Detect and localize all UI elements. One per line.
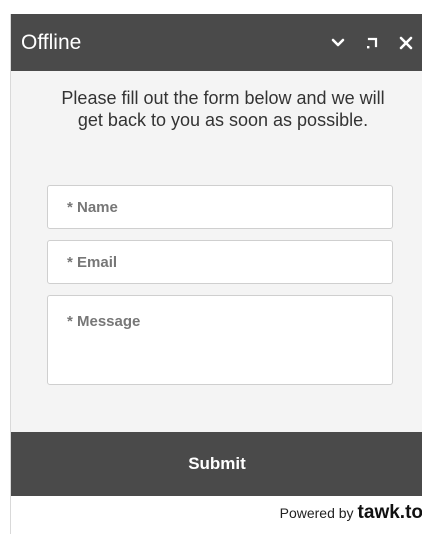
chevron-down-icon[interactable]	[327, 32, 349, 54]
form-body: Please fill out the form below and we wi…	[11, 71, 422, 432]
widget-footer: Powered by tawk.to	[11, 496, 422, 534]
chat-widget: Offline Please fill out the form below a…	[10, 14, 422, 534]
message-field[interactable]	[47, 295, 393, 385]
header-controls	[315, 32, 417, 54]
powered-by-label: Powered by	[279, 505, 354, 521]
popout-icon[interactable]	[361, 32, 383, 54]
submit-button[interactable]: Submit	[11, 432, 422, 496]
email-field[interactable]	[47, 240, 393, 284]
brand-logo[interactable]: tawk.to	[358, 502, 422, 524]
close-icon[interactable]	[395, 32, 417, 54]
powered-by[interactable]: Powered by tawk.to	[280, 502, 422, 524]
name-field[interactable]	[47, 185, 393, 229]
widget-title: Offline	[21, 31, 82, 54]
widget-header: Offline	[11, 14, 422, 71]
form-intro-text: Please fill out the form below and we wi…	[61, 88, 385, 130]
